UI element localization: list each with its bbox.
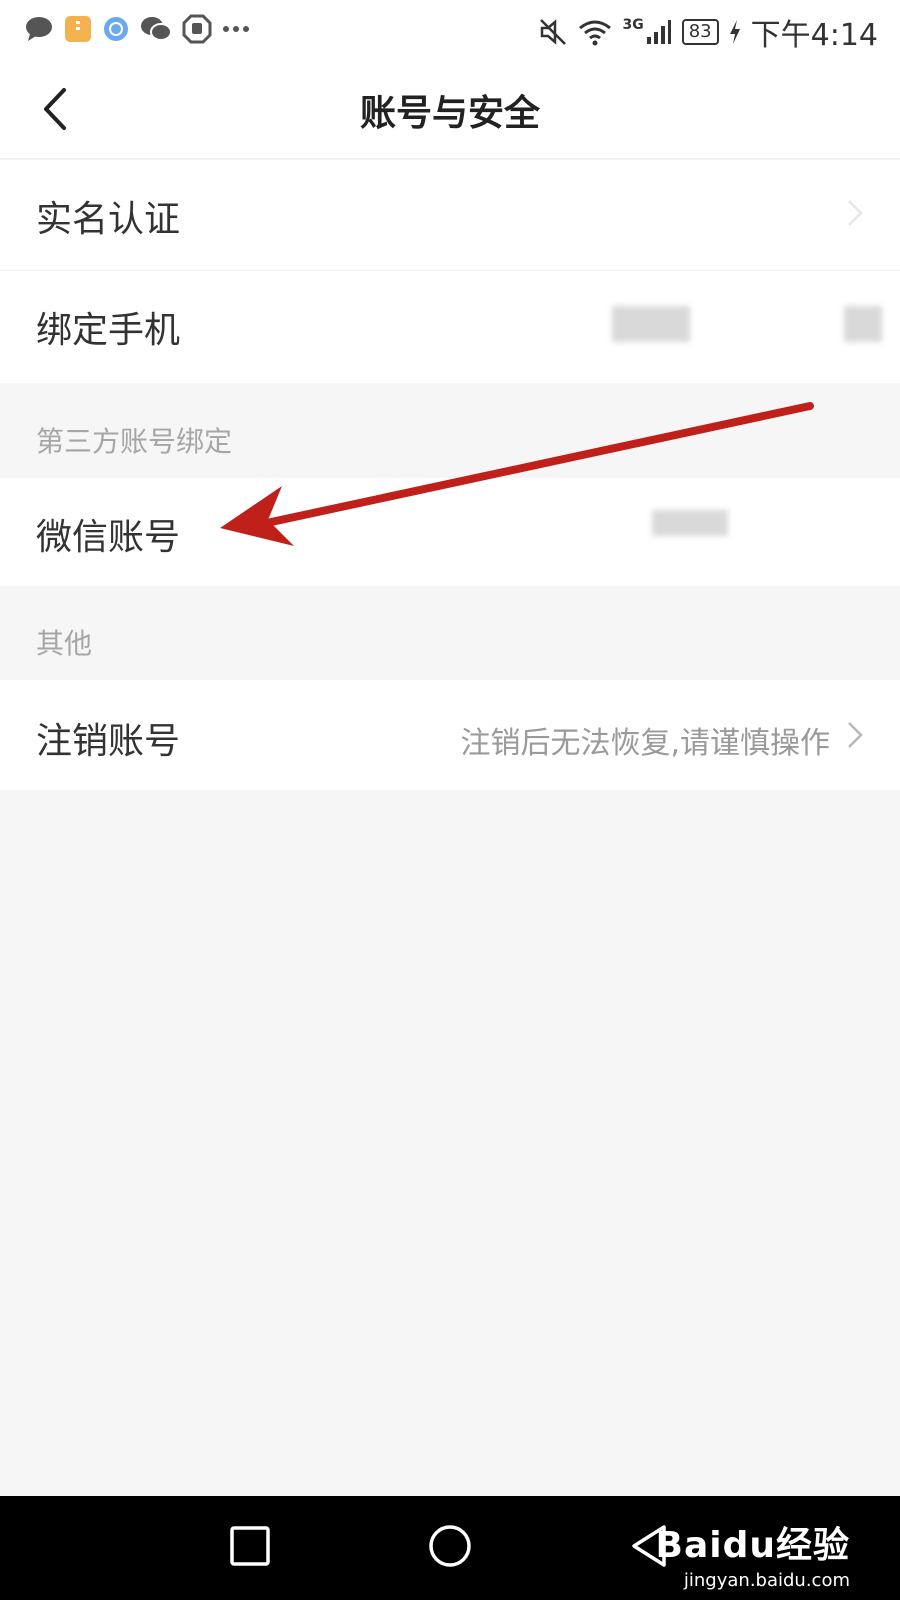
watermark-url: jingyan.baidu.com (683, 1570, 850, 1591)
home-icon[interactable] (426, 1522, 474, 1570)
recent-apps-icon[interactable] (226, 1522, 274, 1570)
watermark-brand: Baidu经验 (655, 1525, 850, 1566)
watermark: Baidu经验 jingyan.baidu.com (656, 1516, 850, 1591)
system-nav-bar: Baidu经验 jingyan.baidu.com (0, 1496, 900, 1600)
annotation-arrow (220, 402, 814, 546)
